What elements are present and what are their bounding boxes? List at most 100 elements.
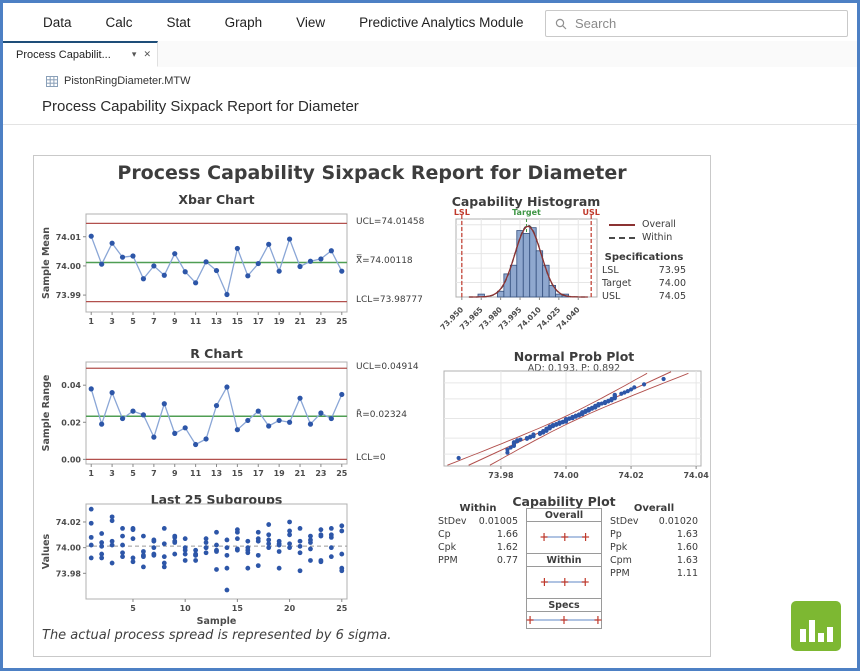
svg-text:Overall: Overall — [545, 510, 583, 521]
svg-text:11: 11 — [190, 469, 202, 478]
legend-within-label: Within — [642, 232, 672, 243]
specifications-block: Specifications LSL73.95 Target74.00 USL7… — [602, 251, 686, 303]
overall-ppk-value: 1.60 — [677, 541, 698, 554]
svg-text:21: 21 — [294, 469, 306, 478]
overall-pp-label: Pp — [610, 528, 622, 541]
xbar-chart: 73.9974.0074.01135791113151719212325Samp… — [36, 206, 386, 332]
overall-line-sample — [609, 224, 635, 226]
menu-item-graph[interactable]: Graph — [225, 15, 263, 30]
within-stdev-label: StDev — [438, 515, 467, 528]
svg-text:Values: Values — [41, 533, 52, 569]
svg-text:11: 11 — [190, 317, 202, 326]
svg-text:21: 21 — [294, 317, 306, 326]
svg-text:Specs: Specs — [548, 600, 580, 611]
overall-ppm-value: 1.11 — [677, 567, 698, 580]
svg-text:10: 10 — [180, 604, 192, 613]
r-center-label: R̄=0.02324 — [356, 410, 407, 420]
svg-text:23: 23 — [315, 469, 326, 478]
spec-lsl-label: LSL — [602, 264, 619, 277]
spec-usl-label: USL — [602, 290, 620, 303]
svg-text:Sample: Sample — [197, 616, 237, 627]
spec-usl-value: 74.05 — [659, 290, 686, 303]
search-input[interactable] — [573, 15, 847, 32]
svg-text:19: 19 — [274, 469, 286, 478]
tab-process-capability[interactable]: Process Capabilit... ▾ ✕ — [3, 41, 158, 67]
menu-item-calc[interactable]: Calc — [106, 15, 133, 30]
svg-text:0.00: 0.00 — [61, 455, 81, 464]
overall-cpm-value: 1.63 — [677, 554, 698, 567]
svg-text:1: 1 — [88, 317, 94, 326]
tab-bar: Process Capabilit... ▾ ✕ — [3, 41, 857, 67]
menu-item-stat[interactable]: Stat — [167, 15, 191, 30]
svg-text:15: 15 — [232, 317, 244, 326]
chevron-down-icon[interactable]: ▾ — [132, 49, 137, 60]
report-canvas[interactable]: Process Capability Sixpack Report for Di… — [33, 155, 711, 657]
svg-text:23: 23 — [315, 317, 326, 326]
svg-text:9: 9 — [172, 317, 178, 326]
spec-target-value: 74.00 — [659, 277, 686, 290]
r-lcl-label: LCL=0 — [356, 453, 386, 463]
svg-text:17: 17 — [253, 317, 264, 326]
xbar-ucl-label: UCL=74.01458 — [356, 217, 424, 227]
within-stats-block: Within StDev0.01005 Cp1.66 Cpk1.62 PPM0.… — [438, 502, 518, 567]
svg-text:LSL: LSL — [454, 208, 470, 217]
svg-text:3: 3 — [109, 469, 115, 478]
svg-text:17: 17 — [253, 469, 264, 478]
svg-text:25: 25 — [336, 317, 348, 326]
svg-text:13: 13 — [211, 317, 222, 326]
overall-ppm-label: PPM — [610, 567, 630, 580]
svg-text:25: 25 — [336, 604, 348, 613]
xbar-center-label: X̿=74.00118 — [356, 256, 413, 266]
svg-text:0.02: 0.02 — [61, 418, 81, 427]
menu-item-view[interactable]: View — [296, 15, 325, 30]
overall-pp-value: 1.63 — [677, 528, 698, 541]
menu-bar: Data Calc Stat Graph View Predictive Ana… — [3, 3, 857, 41]
svg-text:20: 20 — [284, 604, 296, 613]
report-footnote: The actual process spread is represented… — [42, 628, 391, 643]
report-title: Process Capability Sixpack Report for Di… — [34, 162, 710, 184]
svg-text:15: 15 — [232, 469, 244, 478]
normal-prob-plot-chart: 73.9874.0074.0274.04 — [439, 369, 714, 481]
svg-text:25: 25 — [336, 469, 348, 478]
logo-bar — [809, 620, 815, 642]
svg-text:73.98: 73.98 — [56, 569, 82, 578]
svg-text:74.02: 74.02 — [56, 518, 81, 527]
worksheet-row[interactable]: PistonRingDiameter.MTW — [3, 71, 857, 91]
svg-text:3: 3 — [109, 317, 115, 326]
page-title: Process Capability Sixpack Report for Di… — [3, 91, 857, 124]
svg-text:15: 15 — [232, 604, 244, 613]
divider — [3, 124, 857, 125]
within-cpk-label: Cpk — [438, 541, 456, 554]
within-ppm-value: 0.77 — [497, 554, 518, 567]
svg-text:74.00: 74.00 — [56, 262, 82, 271]
close-icon[interactable]: ✕ — [143, 49, 151, 60]
last25-subgroups-chart: 73.98 74.00 74.02 5 10 15 20 25 Values Sample — [36, 502, 386, 630]
overall-stdev-value: 0.01020 — [659, 515, 698, 528]
svg-text:USL: USL — [582, 208, 599, 217]
normal-prob-plot-title: Normal Prob Plot — [444, 349, 704, 364]
svg-text:74.00: 74.00 — [56, 544, 82, 553]
menu-item-data[interactable]: Data — [43, 15, 72, 30]
svg-text:Target: Target — [512, 208, 541, 217]
search-box[interactable] — [545, 10, 848, 37]
svg-text:74.00: 74.00 — [553, 471, 579, 480]
overall-cpm-label: Cpm — [610, 554, 632, 567]
logo-bar — [827, 627, 833, 642]
logo-bar — [818, 633, 824, 642]
within-line-sample — [609, 237, 635, 239]
svg-text:74.01: 74.01 — [56, 233, 82, 242]
svg-text:Sample Mean: Sample Mean — [41, 227, 52, 299]
svg-text:5: 5 — [130, 604, 136, 613]
tab-label: Process Capabilit... — [16, 49, 125, 61]
worksheet-name: PistonRingDiameter.MTW — [64, 75, 191, 87]
menu-item-predictive-analytics-module[interactable]: Predictive Analytics Module — [359, 15, 523, 30]
svg-text:73.99: 73.99 — [56, 291, 82, 300]
svg-text:0.04: 0.04 — [61, 381, 81, 390]
r-chart: 0.000.020.04135791113151719212325Sample … — [36, 358, 386, 488]
specifications-title: Specifications — [602, 251, 686, 264]
within-cpk-value: 1.62 — [497, 541, 518, 554]
capability-histogram-chart: LSLTargetUSL73.95073.96573.98073.99574.0… — [434, 206, 609, 339]
search-icon — [555, 18, 567, 30]
svg-text:Within: Within — [546, 555, 581, 566]
histogram-legend: Overall Within — [609, 218, 676, 244]
